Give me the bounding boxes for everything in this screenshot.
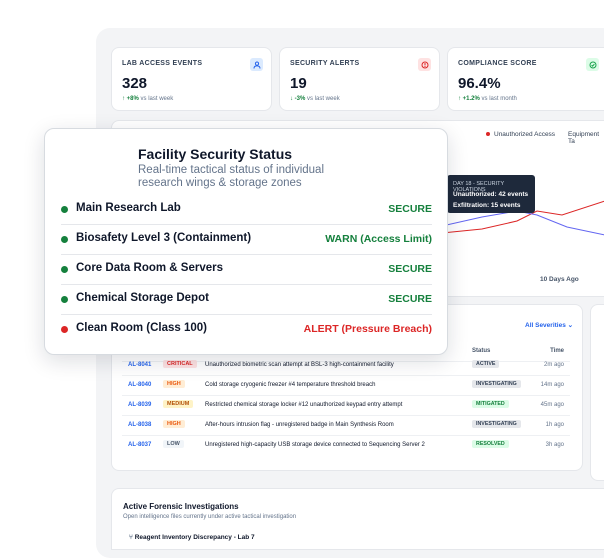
severity-badge: HIGH xyxy=(163,420,185,428)
severity-badge: LOW xyxy=(163,440,184,448)
alert-time: 45m ago xyxy=(540,402,564,408)
legend-item-unauthorized: Unauthorized Access xyxy=(486,131,555,138)
kpi-card-compliance[interactable]: COMPLIANCE SCORE 96.4% ↑ +1.2% vs last m… xyxy=(447,47,604,111)
forensics-title: Active Forensic Investigations xyxy=(123,502,239,511)
zone-name: Main Research Lab xyxy=(76,202,181,214)
zone-status: ALERT (Pressure Breach) xyxy=(303,323,432,335)
alert-time: 3h ago xyxy=(545,442,564,448)
kpi-label: SECURITY ALERTS xyxy=(290,60,360,67)
alert-description: After-hours intrusion flag - unregistere… xyxy=(205,422,394,428)
kpi-value: 19 xyxy=(290,75,307,92)
table-row[interactable]: AL-8041 CRITICAL Unauthorized biometric … xyxy=(122,356,570,376)
tooltip-line-1: Unauthorized: 42 events xyxy=(453,191,529,198)
zone-status: SECURE xyxy=(388,203,432,215)
status-badge: MITIGATED xyxy=(472,400,509,408)
alert-id[interactable]: AL-8041 xyxy=(128,362,151,368)
alert-time: 2m ago xyxy=(543,362,564,368)
severity-badge: HIGH xyxy=(163,380,185,388)
alert-time: 1h ago xyxy=(545,422,564,428)
chart-tooltip: DAY 18 - SECURITY VIOLATIONS Unauthorize… xyxy=(447,175,535,213)
kpi-delta: ↑ +8% vs last week xyxy=(122,96,174,102)
status-dot-icon xyxy=(61,326,68,333)
severity-filter[interactable]: All Severities ⌄ xyxy=(525,321,573,329)
zone-name: Core Data Room & Servers xyxy=(76,262,223,274)
series-equipment xyxy=(442,210,604,236)
status-badge: RESOLVED xyxy=(472,440,509,448)
zone-status: SECURE xyxy=(388,263,432,275)
status-dot-icon xyxy=(61,266,68,273)
zone-row[interactable]: Core Data Room & Servers SECURE xyxy=(61,254,432,285)
zone-name: Biosafety Level 3 (Containment) xyxy=(76,232,252,244)
zone-row[interactable]: Chemical Storage Depot SECURE xyxy=(61,284,432,315)
status-badge: INVESTIGATING xyxy=(472,420,521,428)
tooltip-line-2: Exfiltration: 15 events xyxy=(453,202,521,209)
status-dot-icon xyxy=(61,206,68,213)
legend-dot xyxy=(486,132,490,137)
forensics-item[interactable]: ⑂ Reagent Inventory Discrepancy - Lab 7 xyxy=(129,534,255,541)
alert-description: Unregistered high-capacity USB storage d… xyxy=(205,442,425,448)
kpi-card-lab-access[interactable]: LAB ACCESS EVENTS 328 ↑ +8% vs last week xyxy=(111,47,272,111)
zone-status: WARN (Access Limit) xyxy=(325,233,432,245)
status-dot-icon xyxy=(61,296,68,303)
zone-row[interactable]: Clean Room (Class 100) ALERT (Pressure B… xyxy=(61,314,432,344)
forensics-subtitle: Open intelligence files currently under … xyxy=(123,514,297,520)
table-row[interactable]: AL-8037 LOW Unregistered high-capacity U… xyxy=(122,436,570,455)
legend-item-equipment: Equipment Ta xyxy=(568,131,600,145)
kpi-delta: ↑ +1.2% vs last month xyxy=(458,96,517,102)
severity-badge: CRITICAL xyxy=(163,360,197,368)
alert-id[interactable]: AL-8037 xyxy=(128,442,151,448)
kpi-card-security-alerts[interactable]: SECURITY ALERTS 19 ↓ -3% vs last week xyxy=(279,47,440,111)
alert-id[interactable]: AL-8039 xyxy=(128,402,151,408)
zone-row[interactable]: Biosafety Level 3 (Containment) WARN (Ac… xyxy=(61,224,432,255)
chevron-down-icon: ⌄ xyxy=(567,322,574,329)
kpi-label: COMPLIANCE SCORE xyxy=(458,60,537,67)
forensics-card: Active Forensic Investigations Open inte… xyxy=(111,488,604,550)
zone-name: Clean Room (Class 100) xyxy=(76,322,208,334)
check-circle-icon xyxy=(586,58,599,71)
status-badge: ACTIVE xyxy=(472,360,500,368)
panel-subtitle: Real-time tactical status of individual … xyxy=(138,164,324,189)
alert-id[interactable]: AL-8038 xyxy=(128,422,151,428)
zone-status: SECURE xyxy=(388,293,432,305)
side-card xyxy=(590,304,604,481)
kpi-value: 96.4% xyxy=(458,75,501,92)
alert-description: Cold storage cryogenic freezer #4 temper… xyxy=(205,382,376,388)
x-axis-label: 10 Days Ago xyxy=(540,276,579,283)
status-dot-icon xyxy=(61,236,68,243)
alert-id[interactable]: AL-8040 xyxy=(128,382,151,388)
kpi-label: LAB ACCESS EVENTS xyxy=(122,60,203,67)
table-row[interactable]: AL-8040 HIGH Cold storage cryogenic free… xyxy=(122,376,570,396)
table-row[interactable]: AL-8039 MEDIUM Restricted chemical stora… xyxy=(122,396,570,416)
facility-status-panel: Facility Security Status Real-time tacti… xyxy=(44,128,448,355)
alert-description: Unauthorized biometric scan attempt at B… xyxy=(205,362,394,368)
alert-description: Restricted chemical storage locker #12 u… xyxy=(205,402,403,408)
header-status: Status xyxy=(472,348,491,354)
alert-time: 14m ago xyxy=(540,382,564,388)
table-row[interactable]: AL-8038 HIGH After-hours intrusion flag … xyxy=(122,416,570,436)
status-badge: INVESTIGATING xyxy=(472,380,521,388)
zone-name: Chemical Storage Depot xyxy=(76,292,209,304)
panel-title: Facility Security Status xyxy=(138,146,293,162)
user-icon xyxy=(250,58,263,71)
kpi-delta: ↓ -3% vs last week xyxy=(290,96,340,102)
header-time: Time xyxy=(550,348,564,354)
alert-icon xyxy=(418,58,431,71)
kpi-value: 328 xyxy=(122,75,148,92)
zone-row[interactable]: Main Research Lab SECURE xyxy=(61,194,432,225)
severity-badge: MEDIUM xyxy=(163,400,194,408)
